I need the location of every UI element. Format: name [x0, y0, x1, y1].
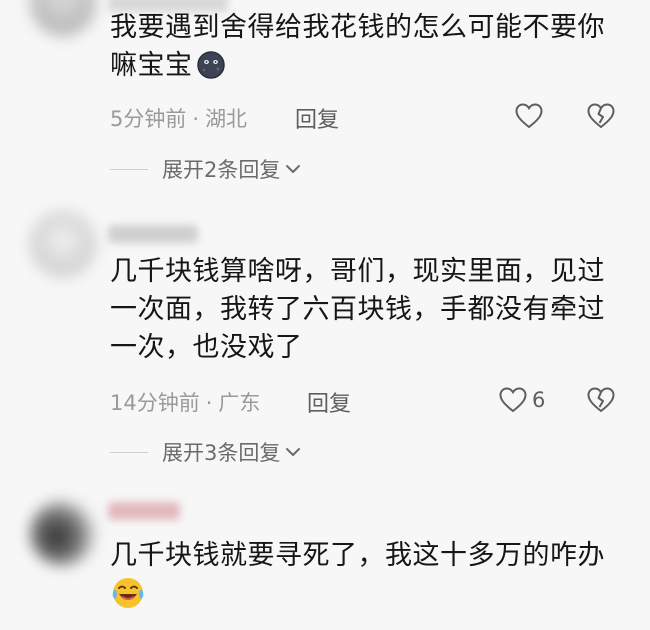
comment-3: 几千块钱就要寻死了，我这十多万的咋办	[0, 0, 650, 630]
comment-text: 几千块钱就要寻死了，我这十多万的咋办	[110, 537, 610, 622]
username[interactable]	[108, 502, 180, 520]
avatar[interactable]	[30, 500, 96, 566]
laughing-crying-emoji-icon	[110, 575, 146, 622]
